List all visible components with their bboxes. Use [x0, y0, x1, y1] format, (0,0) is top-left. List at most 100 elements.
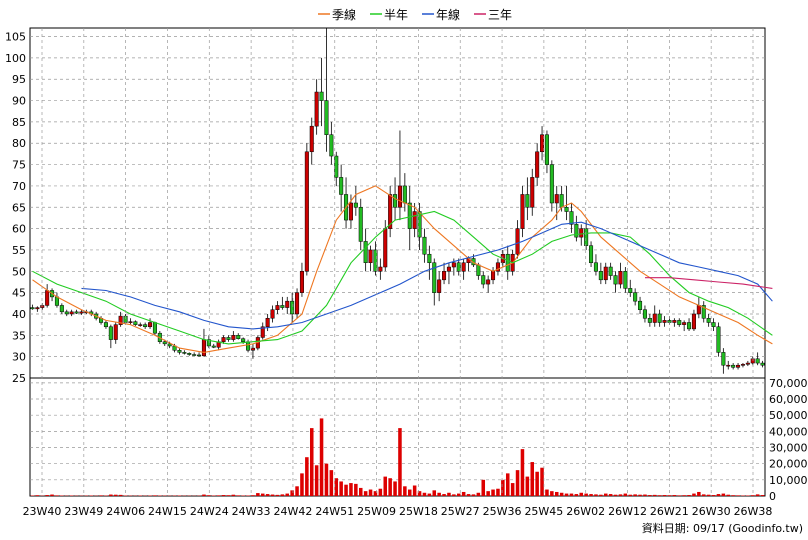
candle-body	[393, 194, 398, 208]
volume-bar	[45, 495, 49, 496]
volume-bar	[432, 490, 437, 496]
price-tick-label: 65	[12, 201, 26, 214]
candle-body	[59, 305, 64, 313]
candle-body	[589, 245, 594, 264]
candle-body	[559, 194, 564, 208]
candle-body	[486, 279, 491, 285]
candle-body	[358, 207, 363, 242]
volume-bar	[628, 494, 633, 496]
volume-bar	[643, 494, 647, 496]
volume-bar	[461, 491, 466, 496]
volume-bar	[608, 494, 613, 496]
volume-bar	[55, 495, 59, 496]
candle-body	[182, 352, 187, 354]
volume-bar	[260, 493, 265, 496]
volume-bar	[388, 478, 392, 496]
candle-body	[113, 324, 118, 340]
volume-bar	[589, 494, 593, 496]
candle-body	[544, 134, 549, 165]
candle-body	[584, 228, 589, 246]
volume-bar	[510, 483, 515, 496]
volume-bar	[716, 494, 721, 496]
candle-body	[378, 266, 383, 272]
legend: 季線 半年 年線 三年	[318, 7, 512, 22]
candle-body	[682, 322, 687, 325]
price-tick-label: 25	[12, 372, 26, 385]
volume-bar	[403, 486, 407, 496]
volume-bar	[344, 484, 348, 496]
x-tick-label: 24W51	[315, 505, 354, 518]
candle-body	[402, 185, 407, 204]
candle-body	[275, 305, 280, 310]
candle-body	[726, 364, 731, 367]
candle-body	[657, 313, 662, 323]
volume-bar	[207, 495, 211, 496]
candle-body	[54, 296, 59, 306]
volume-bar	[314, 465, 319, 496]
price-tick-label: 45	[12, 287, 26, 300]
candle-body	[603, 266, 608, 281]
candle-body	[461, 262, 466, 272]
volume-bar	[701, 494, 706, 496]
volume-bar	[603, 493, 608, 496]
volume-bar	[471, 494, 476, 496]
volume-bar	[736, 495, 740, 496]
candle-body	[574, 224, 579, 238]
volume-bar	[329, 470, 334, 496]
volume-bar	[559, 492, 564, 496]
price-tick-label: 40	[12, 308, 26, 321]
volume-bar	[505, 473, 510, 496]
candle-body	[569, 211, 574, 225]
volume-bar	[697, 491, 701, 496]
volume-bar	[427, 493, 432, 496]
price-tick-label: 70	[12, 180, 26, 193]
candle-body	[716, 326, 721, 353]
candle-body	[623, 271, 628, 289]
volume-bar	[216, 495, 221, 496]
volume-bar	[564, 493, 569, 496]
volume-bar	[363, 491, 368, 496]
volume-bar	[412, 485, 417, 496]
volume-bar	[368, 489, 373, 496]
candle-body	[348, 202, 353, 221]
candle-body	[152, 322, 157, 334]
candle-body	[162, 341, 167, 345]
volume-bar	[285, 493, 290, 496]
volume-bar	[594, 494, 598, 496]
volume-bar	[275, 494, 280, 496]
legend-label: 年線	[436, 7, 460, 22]
volume-bar	[540, 467, 544, 496]
x-tick-label: 23W40	[23, 505, 62, 518]
volume-tick-label: 20,000	[769, 458, 808, 471]
price-tick-label: 90	[12, 95, 26, 108]
candle-body	[201, 339, 206, 357]
candle-body	[672, 320, 677, 323]
volume-tick-label: 0	[769, 490, 776, 503]
volume-bar	[109, 494, 113, 496]
volume-bar	[731, 495, 735, 496]
volume-bar	[726, 494, 731, 496]
volume-bar	[251, 495, 255, 496]
volume-bar	[613, 494, 618, 496]
candle-body	[314, 91, 319, 127]
volume-bar	[35, 495, 40, 496]
volume-bar	[295, 486, 299, 496]
candle-body	[30, 307, 35, 310]
candle-body	[554, 194, 559, 204]
volume-bar	[569, 493, 574, 496]
x-tick-label: 25W18	[399, 505, 438, 518]
x-tick-label: 25W27	[441, 505, 480, 518]
volume-bar	[466, 494, 471, 496]
volume-tick-label: 40,000	[769, 425, 808, 438]
volume-bar	[324, 463, 329, 496]
candle-body	[427, 253, 432, 264]
volume-bar	[447, 492, 451, 496]
candle-body	[628, 288, 633, 293]
volume-bar	[672, 495, 677, 496]
x-tick-label: 24W15	[148, 505, 187, 518]
candle-body	[451, 262, 456, 268]
candle-body	[691, 313, 696, 330]
volume-frame	[29, 377, 766, 497]
price-tick-label: 100	[5, 52, 26, 65]
candle-body	[647, 317, 652, 323]
